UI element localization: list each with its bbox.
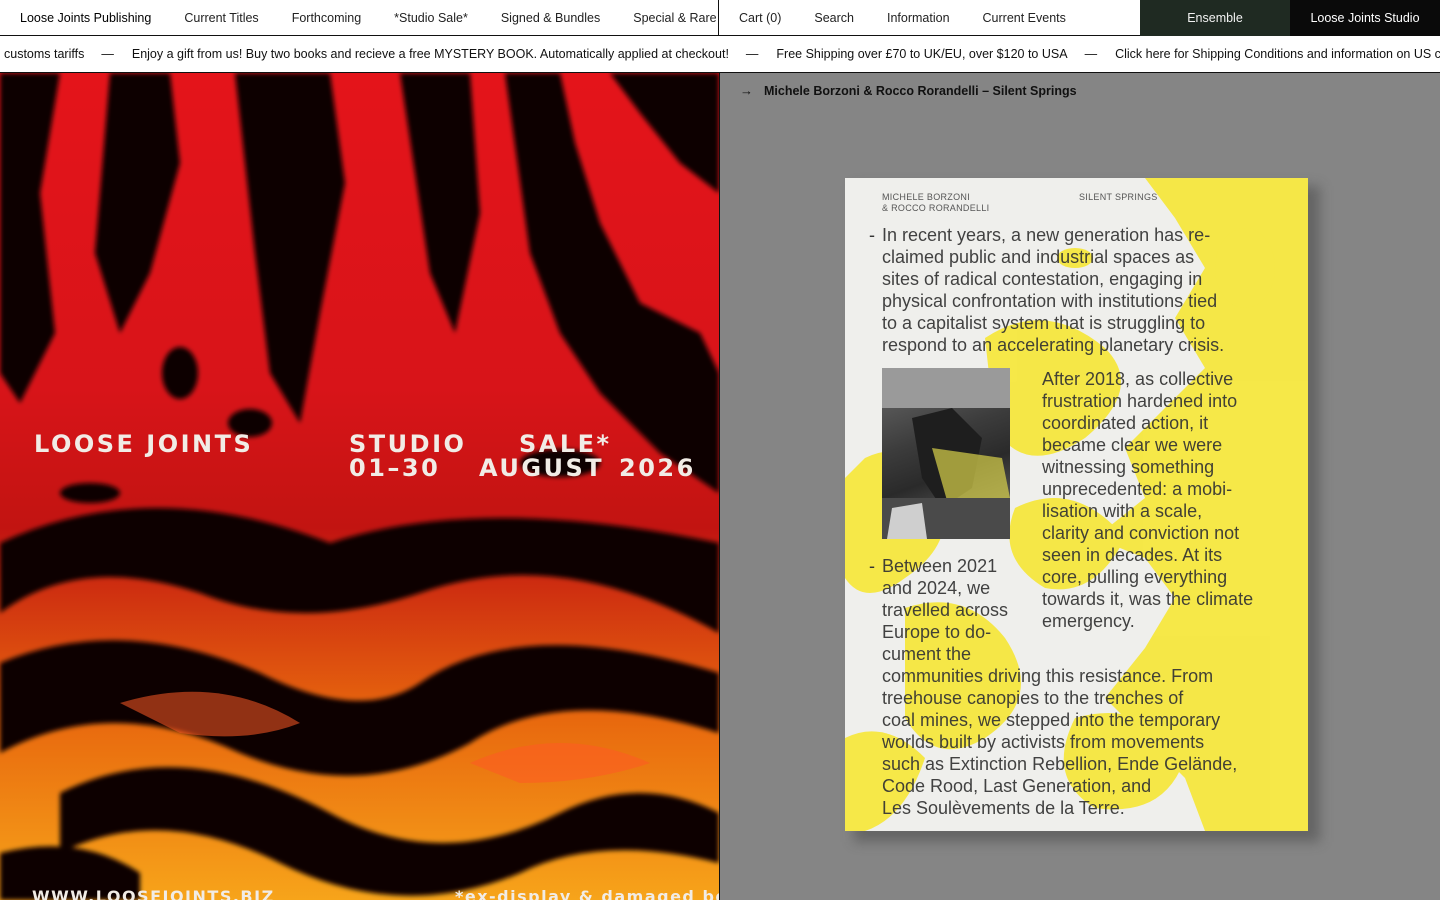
nav-special-rare[interactable]: Special & Rare	[633, 11, 716, 25]
text-line: lisation with a scale,	[1042, 501, 1203, 521]
text-line: In recent years, a new generation has re…	[882, 225, 1211, 245]
brand-link[interactable]: Loose Joints Publishing	[20, 11, 151, 25]
text-line: sites of radical contestation, engaging …	[882, 269, 1203, 289]
poster-url: WWW.LOOSEJOINTS.BIZ	[32, 887, 275, 900]
ticker-separator: —	[745, 47, 759, 61]
cover-paragraph-1: In recent years, a new generation has re…	[882, 224, 1224, 356]
text-line: respond to an accelerating planetary cri…	[882, 335, 1225, 355]
studio-sale-poster[interactable]: LOOSE JOINTS STUDIO SALE* 01–30 AUGUST 2…	[0, 73, 719, 900]
cover-paragraph-3: Between 2021 and 2024, we travelled acro…	[882, 555, 1237, 819]
text-line: Between 2021	[882, 556, 998, 576]
book-title: SILENT SPRINGS	[1079, 192, 1158, 202]
product-title: Michele Borzoni & Rocco Rorandelli – Sil…	[764, 83, 1077, 98]
nav-cart[interactable]: Cart (0)	[739, 11, 781, 25]
poster-dates: 01–30	[349, 454, 441, 482]
text-line: frustration hardened into	[1042, 391, 1238, 411]
text-line: claimed public and industrial spaces as	[882, 247, 1195, 267]
secondary-nav: Cart (0) Search Information Current Even…	[719, 0, 1140, 35]
text-line: cument the	[882, 644, 972, 664]
poster-year: 2026	[619, 454, 696, 482]
ticker-separator: —	[1084, 47, 1098, 61]
text-line: After 2018, as collective	[1042, 369, 1234, 389]
nav-current-titles[interactable]: Current Titles	[184, 11, 258, 25]
text-line: physical confrontation with institutions…	[882, 291, 1218, 311]
text-line: and 2024, we	[882, 578, 991, 598]
text-line: to a capitalist system that is strugglin…	[882, 313, 1206, 333]
text-line: coal mines, we stepped into the temporar…	[882, 710, 1221, 730]
ticker-item[interactable]: Enjoy a gift from us! Buy two books and …	[132, 47, 729, 61]
nav-current-events[interactable]: Current Events	[983, 11, 1066, 25]
text-line: Les Soulèvements de la Terre.	[882, 798, 1125, 818]
ticker-track: customs tariffs — Enjoy a gift from us! …	[4, 47, 1440, 61]
text-line: coordinated action, it	[1042, 413, 1209, 433]
text-line: unprecedented: a mobi-	[1042, 479, 1233, 499]
text-line: worlds built by activists from movements	[882, 732, 1205, 752]
product-link[interactable]: → Michele Borzoni & Rocco Rorandelli – S…	[740, 83, 1077, 98]
announcement-ticker: customs tariffs — Enjoy a gift from us! …	[0, 36, 1440, 73]
author-line: MICHELE BORZONI	[882, 192, 971, 202]
featured-product: → Michele Borzoni & Rocco Rorandelli – S…	[720, 73, 1440, 900]
ticker-item[interactable]: Click here for Shipping Conditions and i…	[1115, 47, 1440, 61]
poster-artwork	[0, 73, 719, 900]
text-line: clarity and conviction not	[1042, 523, 1240, 543]
primary-nav: Loose Joints Publishing Current Titles F…	[0, 0, 719, 35]
poster-sale: SALE*	[519, 430, 612, 458]
text-line: witnessing something	[1042, 457, 1215, 477]
ticker-item[interactable]: customs tariffs	[4, 47, 84, 61]
paragraph-dash: -	[869, 556, 875, 576]
text-line: Code Rood, Last Generation, and	[882, 776, 1152, 796]
top-navigation: Loose Joints Publishing Current Titles F…	[0, 0, 1440, 36]
text-line: such as Extinction Rebellion, Ende Gelän…	[882, 754, 1238, 774]
book-cover[interactable]: MICHELE BORZONI & ROCCO RORANDELLI SILEN…	[845, 178, 1308, 831]
book-authors: MICHELE BORZONI & ROCCO RORANDELLI	[882, 192, 989, 214]
poster-brand: LOOSE JOINTS	[34, 430, 254, 458]
nav-forthcoming[interactable]: Forthcoming	[292, 11, 361, 25]
loose-joints-studio-button[interactable]: Loose Joints Studio	[1290, 0, 1440, 36]
nav-signed-bundles[interactable]: Signed & Bundles	[501, 11, 600, 25]
poster-footnote: *ex-display & damaged books	[455, 887, 719, 900]
text-line: communities driving this resistance. Fro…	[882, 666, 1214, 686]
ensemble-button[interactable]: Ensemble	[1140, 0, 1290, 36]
nav-information[interactable]: Information	[887, 11, 950, 25]
ticker-item[interactable]: Free Shipping over £70 to UK/EU, over $1…	[776, 47, 1067, 61]
cover-photograph	[882, 368, 1010, 539]
poster-month: AUGUST	[479, 454, 605, 482]
arrow-right-icon: →	[740, 83, 753, 98]
nav-studio-sale[interactable]: *Studio Sale*	[394, 11, 468, 25]
author-line: & ROCCO RORANDELLI	[882, 203, 990, 213]
poster-studio: STUDIO	[349, 430, 467, 458]
text-line: treehouse canopies to the trenches of	[882, 688, 1184, 708]
text-line: travelled across	[882, 600, 1009, 620]
text-line: became clear we were	[1042, 435, 1223, 455]
photo-figure	[882, 368, 1010, 539]
nav-search[interactable]: Search	[814, 11, 854, 25]
ticker-separator: —	[101, 47, 114, 61]
paragraph-dash: -	[869, 225, 875, 245]
text-line: Europe to do-	[882, 622, 992, 642]
